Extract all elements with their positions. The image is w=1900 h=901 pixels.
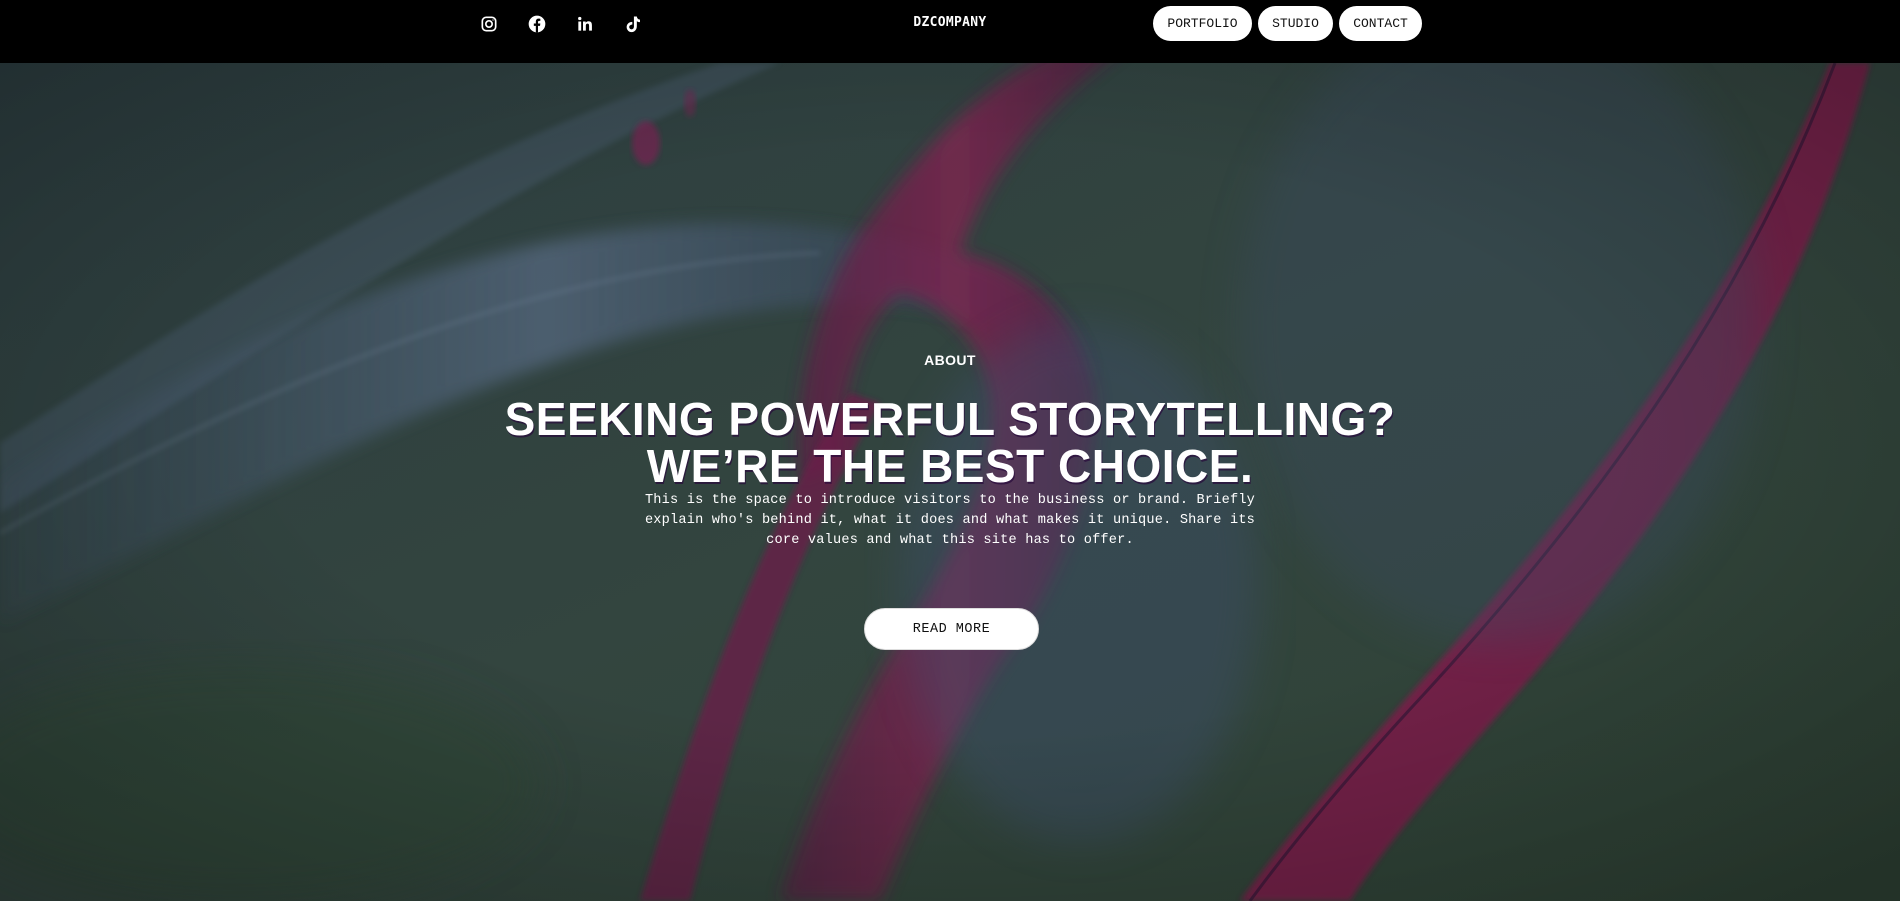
main-nav: PORTFOLIO STUDIO CONTACT — [1153, 6, 1422, 41]
read-more-button[interactable]: READ MORE — [864, 608, 1039, 650]
nav-portfolio-button[interactable]: PORTFOLIO — [1153, 6, 1252, 41]
brand-wordmark-container: DZCOMPANY — [0, 15, 1900, 30]
hero-description-line-1: This is the space to introduce visitors … — [644, 493, 1256, 508]
tiktok-link[interactable] — [609, 11, 657, 37]
linkedin-icon — [578, 16, 592, 31]
facebook-icon — [528, 15, 546, 33]
brand-logo[interactable]: DZCOMPANY — [913, 15, 986, 30]
hero-headline-line-2: WE’RE THE BEST CHOICE. — [646, 440, 1254, 492]
hero-description-line-2: explain who's behind it, what it does an… — [644, 513, 1256, 528]
section-kicker: ABOUT — [924, 352, 976, 368]
about-hero-section: ABOUT SEEKING POWERFUL STORYTELLING? WE’… — [0, 63, 1900, 901]
tiktok-icon — [626, 16, 640, 33]
nav-studio-button[interactable]: STUDIO — [1258, 6, 1333, 41]
facebook-link[interactable] — [513, 11, 561, 37]
instagram-link[interactable] — [465, 11, 513, 37]
hero-headline: SEEKING POWERFUL STORYTELLING? WE’RE THE… — [0, 396, 1900, 490]
top-navigation-bar: DZCOMPANY PORTFOLIO STUDIO CONTACT — [0, 0, 1900, 63]
hero-headline-line-1: SEEKING POWERFUL STORYTELLING? — [504, 393, 1396, 445]
instagram-icon — [481, 16, 497, 32]
hero-description-line-3: core values and what this site has to of… — [766, 533, 1134, 548]
hero-description: This is the space to introduce visitors … — [640, 491, 1260, 551]
social-links — [465, 11, 657, 37]
linkedin-link[interactable] — [561, 11, 609, 37]
nav-contact-button[interactable]: CONTACT — [1339, 6, 1422, 41]
